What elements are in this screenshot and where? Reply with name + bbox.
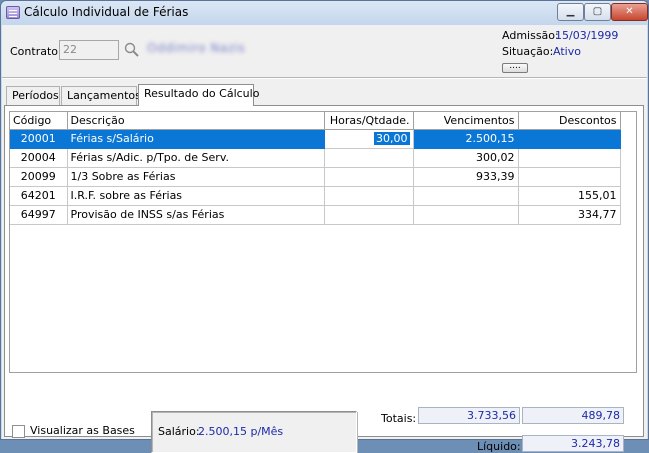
close-button[interactable]: ✕ (611, 3, 648, 21)
cell-vencimentos: 933,39 (413, 167, 519, 187)
cell-horas (324, 167, 414, 187)
tab-panel-resultado: Código Descrição Horas/Qtdade. Venciment… (4, 105, 644, 453)
table-row[interactable]: 64997 Provisão de INSS s/as Férias 334,7… (10, 205, 621, 225)
more-button[interactable]: .... (502, 62, 528, 73)
col-header-descontos[interactable]: Descontos (518, 112, 621, 130)
total-descontos-field: 489,78 (522, 407, 624, 424)
minimize-button[interactable]: ▁ (557, 3, 584, 21)
tab-lancamentos[interactable]: Lançamentos (61, 86, 141, 105)
cell-descontos (518, 167, 621, 187)
cell-horas (324, 148, 414, 168)
table-row[interactable]: 20004 Férias s/Adic. p/Tpo. de Serv. 300… (10, 148, 621, 168)
table-row[interactable]: 64201 I.R.F. sobre as Férias 155,01 (10, 186, 621, 206)
results-grid[interactable]: Código Descrição Horas/Qtdade. Venciment… (9, 111, 637, 373)
cell-horas (324, 205, 414, 225)
cell-codigo: 20099 (10, 167, 68, 187)
maximize-button[interactable]: ▢ (584, 3, 611, 21)
admissao-value: 15/03/1999 (555, 29, 619, 42)
cell-vencimentos: 300,02 (413, 148, 519, 168)
cell-vencimentos (413, 186, 519, 206)
cell-codigo: 20001 (10, 129, 68, 149)
table-header-row: Código Descrição Horas/Qtdade. Venciment… (10, 112, 621, 130)
cell-descricao: Provisão de INSS s/as Férias (67, 205, 325, 225)
cell-horas: 30,00 (324, 129, 414, 149)
cell-vencimentos: 2.500,15 (413, 129, 519, 149)
salario-value: 2.500,15 p/Mês (198, 425, 284, 438)
col-header-descricao[interactable]: Descrição (67, 112, 325, 130)
results-table: Código Descrição Horas/Qtdade. Venciment… (10, 112, 621, 225)
table-row[interactable]: 20099 1/3 Sobre as Férias 933,39 (10, 167, 621, 187)
visualizar-bases-label: Visualizar as Bases (30, 424, 135, 437)
app-window: Cálculo Individual de Férias ▁ ▢ ✕ Contr… (0, 0, 649, 453)
cell-descricao: Férias s/Adic. p/Tpo. de Serv. (67, 148, 325, 168)
contrato-input[interactable]: 22 (59, 40, 119, 60)
cell-horas (324, 186, 414, 206)
situacao-value: Ativo (553, 45, 581, 58)
table-row[interactable]: 20001 Férias s/Salário 30,00 2.500,15 (10, 129, 621, 149)
visualizar-bases-checkbox[interactable] (12, 425, 25, 438)
cell-descontos (518, 129, 621, 149)
contrato-label: Contrato: (10, 45, 62, 58)
cell-codigo: 64201 (10, 186, 68, 206)
title-bar[interactable]: Cálculo Individual de Férias ▁ ▢ ✕ (1, 1, 648, 25)
liquido-label: Líquido: (477, 440, 521, 453)
cell-descricao: I.R.F. sobre as Férias (67, 186, 325, 206)
header-panel: Contrato: 22 Oddimiro Nazis Admissão: 15… (2, 25, 647, 77)
cell-horas-value: 30,00 (374, 132, 410, 145)
col-header-vencimentos[interactable]: Vencimentos (413, 112, 519, 130)
admissao-label: Admissão: (502, 29, 559, 42)
cell-vencimentos (413, 205, 519, 225)
tab-resultado-calculo[interactable]: Resultado do Cálculo (138, 84, 259, 106)
col-header-codigo[interactable]: Código (10, 112, 68, 130)
header-separator (2, 77, 647, 79)
app-icon (6, 6, 20, 19)
liquido-field: 3.243,78 (522, 435, 624, 452)
salary-panel: Salário: 2.500,15 p/Mês (151, 411, 357, 453)
col-header-horas[interactable]: Horas/Qtdade. (324, 112, 414, 130)
cell-descricao: 1/3 Sobre as Férias (67, 167, 325, 187)
client-area: Contrato: 22 Oddimiro Nazis Admissão: 15… (2, 25, 647, 453)
totais-label: Totais: (381, 412, 417, 425)
search-icon[interactable] (123, 41, 141, 59)
situacao-label: Situação: (502, 45, 554, 58)
window-title: Cálculo Individual de Férias (24, 5, 189, 19)
total-vencimentos-field: 3.733,56 (418, 407, 520, 424)
cell-descontos (518, 148, 621, 168)
cell-descontos: 334,77 (518, 205, 621, 225)
cell-descricao: Férias s/Salário (67, 129, 325, 149)
tab-periodos[interactable]: Períodos (6, 86, 60, 105)
cell-codigo: 64997 (10, 205, 68, 225)
cell-descontos: 155,01 (518, 186, 621, 206)
employee-name: Oddimiro Nazis (147, 41, 246, 55)
salario-label: Salário: (158, 425, 200, 438)
cell-codigo: 20004 (10, 148, 68, 168)
